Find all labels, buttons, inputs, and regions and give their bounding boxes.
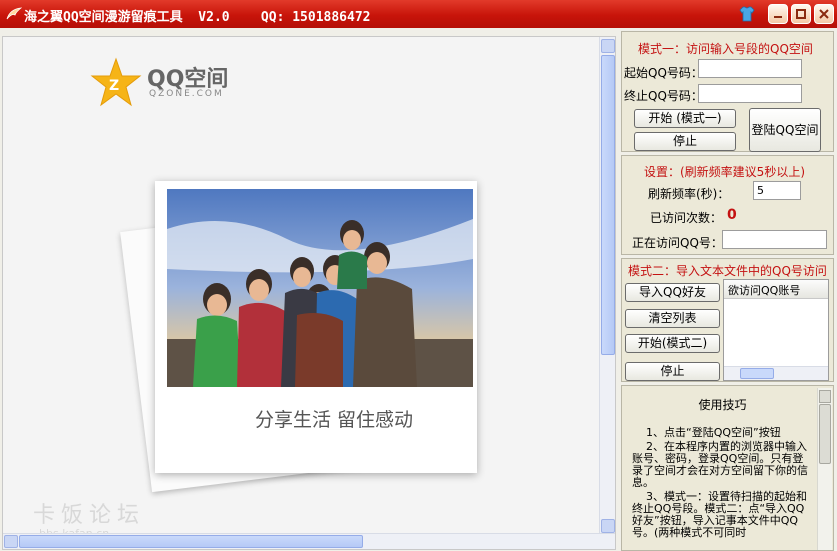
end-qq-label: 终止QQ号码： [624, 89, 703, 103]
list-horizontal-scrollbar[interactable] [724, 366, 828, 380]
stop-mode2-button[interactable]: 停止 [625, 362, 720, 381]
tips-item: 1、点击“登陆QQ空间”按钮 [646, 426, 781, 439]
scroll-up-arrow-icon[interactable] [601, 39, 615, 53]
start-mode2-label: 开始(模式二) [637, 336, 708, 350]
visited-count-label: 已访问次数： [650, 211, 723, 225]
mode2-title: 模式二：导入文本文件中的QQ号访问 [628, 264, 827, 278]
login-qzone-button[interactable]: 登陆QQ空间 [749, 108, 821, 152]
embedded-browser[interactable]: Z QQ空间 QZONE.COM 分享生活 留住感动 卡饭论坛 [2, 36, 616, 550]
start-qq-label: 起始QQ号码： [624, 66, 703, 80]
start-qq-input[interactable] [698, 59, 802, 78]
settings-panel: 设置：(刷新频率建议5秒以上) 刷新频率(秒)： 已访问次数： 0 正在访问QQ… [621, 155, 834, 255]
tips-scroll-thumb[interactable] [819, 404, 831, 464]
mode2-panel: 模式二：导入文本文件中的QQ号访问 导入QQ好友 清空列表 开始(模式二) 停止… [621, 258, 834, 382]
tips-text-area[interactable]: 使用技巧 1、点击“登陆QQ空间”按钮 2、在本程序内置的浏览器中输入账号、密码… [624, 388, 818, 548]
browser-horizontal-scrollbar[interactable] [3, 533, 615, 549]
current-qq-input[interactable] [722, 230, 827, 249]
import-qq-button[interactable]: 导入QQ好友 [625, 283, 720, 302]
refresh-rate-input[interactable] [753, 181, 801, 200]
clear-list-button[interactable]: 清空列表 [625, 309, 720, 328]
import-qq-label: 导入QQ好友 [639, 285, 706, 299]
scroll-thumb[interactable] [601, 55, 615, 355]
scroll-down-arrow-icon[interactable] [601, 519, 615, 533]
end-qq-input[interactable] [698, 84, 802, 103]
maximize-icon [796, 9, 806, 19]
qzone-logo[interactable]: Z QQ空间 QZONE.COM [89, 57, 228, 112]
clear-list-label: 清空列表 [648, 311, 697, 325]
tips-vertical-scrollbar[interactable] [817, 388, 832, 550]
stop-mode1-button[interactable]: 停止 [634, 132, 736, 151]
minimize-icon [774, 16, 782, 18]
visited-count-value: 0 [727, 207, 737, 223]
close-button[interactable] [814, 4, 834, 24]
login-qzone-label: 登陆QQ空间 [751, 123, 819, 137]
group-photo [167, 189, 473, 387]
forum-watermark: 卡饭论坛 [33, 503, 146, 528]
current-qq-label: 正在访问QQ号： [632, 236, 723, 250]
title-bar[interactable]: 海之翼QQ空间漫游留痕工具 V2.0 QQ: 1501886472 [0, 0, 837, 28]
qq-account-list[interactable]: 欲访问QQ账号 [723, 279, 829, 381]
start-mode2-button[interactable]: 开始(模式二) [625, 334, 720, 353]
tips-title: 使用技巧 [698, 398, 747, 412]
tips-item: 3、模式一：设置待扫描的起始和终止QQ号段。模式二：点“导入QQ好友”按钮，导入… [632, 490, 807, 539]
mode1-title: 模式一：访问输入号段的QQ空间 [638, 42, 813, 56]
hscroll-thumb[interactable] [19, 535, 363, 548]
tips-scroll-up-icon[interactable] [819, 390, 831, 403]
wing-icon [6, 7, 22, 20]
tips-panel: 使用技巧 1、点击“登陆QQ空间”按钮 2、在本程序内置的浏览器中输入账号、密码… [621, 385, 834, 551]
list-header[interactable]: 欲访问QQ账号 [724, 280, 828, 299]
stop-mode2-label: 停止 [660, 364, 685, 378]
logo-subtext: QZONE.COM [149, 89, 224, 99]
start-mode1-button[interactable]: 开始 (模式一) [634, 109, 736, 128]
svg-text:Z: Z [109, 78, 119, 94]
window-title: 海之翼QQ空间漫游留痕工具 V2.0 QQ: 1501886472 [24, 10, 371, 25]
maximize-button[interactable] [791, 4, 811, 24]
minimize-button[interactable] [768, 4, 788, 24]
refresh-rate-label: 刷新频率(秒)： [648, 187, 730, 201]
mode1-panel: 模式一：访问输入号段的QQ空间 起始QQ号码： 终止QQ号码： 开始 (模式一)… [621, 31, 834, 152]
tshirt-icon[interactable] [738, 5, 756, 23]
settings-title: 设置：(刷新频率建议5秒以上) [644, 165, 805, 179]
tips-item: 2、在本程序内置的浏览器中输入账号、密码，登录QQ空间。只有登录了空间才会在对方… [632, 440, 808, 489]
list-scroll-thumb[interactable] [740, 368, 774, 379]
start-mode1-label: 开始 (模式一) [648, 111, 722, 125]
star-icon: Z [90, 57, 142, 107]
close-icon [819, 9, 829, 19]
stop-mode1-label: 停止 [672, 134, 697, 148]
scroll-left-arrow-icon[interactable] [4, 535, 18, 548]
browser-vertical-scrollbar[interactable] [599, 37, 615, 535]
photo-card: 分享生活 留住感动 [155, 181, 477, 473]
photo-caption: 分享生活 留住感动 [255, 409, 414, 431]
